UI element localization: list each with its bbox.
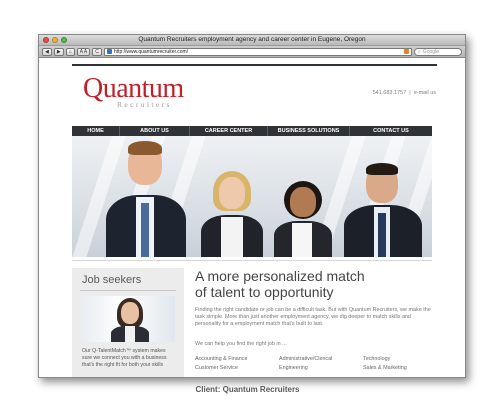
search-placeholder: Google	[422, 48, 439, 55]
hero-photo	[72, 136, 432, 257]
job-seeker-photo	[81, 296, 175, 342]
search-input[interactable]: ⌕ Google	[414, 47, 462, 56]
back-arrow-icon: ◀	[45, 48, 49, 55]
headline-line-1: A more personalized match	[195, 268, 365, 284]
home-button[interactable]: ⌂	[65, 47, 75, 56]
nav-contact-us[interactable]: CONTACT US	[350, 126, 432, 136]
reload-icon: C	[95, 48, 99, 55]
headline-line-2: of talent to opportunity	[195, 284, 334, 300]
web-page: Quantum Recruiters 541.683.1757 | e-mail…	[39, 60, 465, 377]
nav-business-solutions[interactable]: BUSINESS SOLUTIONS	[268, 126, 350, 136]
hero-person-4	[340, 157, 424, 257]
sidebar-divider	[80, 290, 176, 291]
address-bar[interactable]: http://www.quantumrecruiter.com/	[103, 47, 412, 56]
job-category-link[interactable]: Customer Service	[195, 365, 279, 371]
home-icon: ⌂	[68, 48, 72, 55]
job-category-link[interactable]: Technology	[363, 356, 433, 362]
job-category-link[interactable]: Accounting & Finance	[195, 356, 279, 362]
main-nav: HOME ABOUT US CAREER CENTER BUSINESS SOL…	[72, 126, 432, 136]
rss-icon[interactable]	[404, 49, 409, 54]
nav-home[interactable]: HOME	[72, 126, 120, 136]
contact-separator: |	[409, 90, 411, 96]
site-logo[interactable]: Quantum Recruiters	[83, 73, 184, 110]
header-rule	[72, 64, 437, 66]
job-category-link[interactable]: Administrative/Clerical	[279, 356, 363, 362]
job-category-link[interactable]: Sales & Marketing	[363, 365, 433, 371]
section-rule	[72, 260, 432, 261]
favicon-icon	[106, 49, 112, 54]
job-category-link[interactable]: Engineering	[279, 365, 363, 371]
header-contact: 541.683.1757 | e-mail us	[373, 90, 436, 96]
text-size-button[interactable]: A A	[76, 47, 91, 56]
window-title: Quantum Recruiters employment agency and…	[138, 36, 366, 43]
hero-person-2	[197, 167, 267, 257]
search-icon: ⌕	[418, 48, 421, 55]
title-bar: Quantum Recruiters employment agency and…	[39, 35, 465, 46]
hero-person-1	[98, 139, 188, 257]
nav-career-center[interactable]: CAREER CENTER	[190, 126, 268, 136]
browser-toolbar: ◀ ▶ ⌂ A A C http://www.quantumrecruiter.…	[39, 46, 465, 58]
job-seekers-panel: Job seekers Our Q-TalentMatch™ system ma…	[72, 268, 184, 377]
job-seekers-text: Our Q-TalentMatch™ system makes sure we …	[82, 348, 167, 368]
phone-number: 541.683.1757	[372, 90, 407, 96]
forward-arrow-icon: ▶	[56, 48, 61, 55]
back-button[interactable]: ◀	[42, 47, 52, 56]
address-url: http://www.quantumrecruiter.com/	[113, 48, 189, 55]
hero-person-3	[270, 179, 336, 257]
forward-button[interactable]: ▶	[53, 47, 64, 56]
job-seekers-title: Job seekers	[82, 274, 142, 286]
logo-subtitle: Recruiters	[117, 100, 172, 109]
intro-paragraph: Finding the right candidate or job can b…	[195, 307, 431, 328]
client-caption: Client: Quantum Recruiters	[195, 385, 300, 394]
nav-about-us[interactable]: ABOUT US	[120, 126, 190, 136]
logo-wordmark: Quantum	[83, 73, 184, 104]
help-text: We can help you find the right job in ..…	[195, 341, 287, 347]
main-headline: A more personalized match of talent to o…	[195, 268, 365, 300]
browser-window: Quantum Recruiters employment agency and…	[38, 34, 466, 378]
email-link[interactable]: e-mail us	[414, 90, 436, 96]
text-size-label: A A	[79, 48, 88, 55]
job-categories: Accounting & Finance Administrative/Cler…	[195, 356, 433, 371]
reload-button[interactable]: C	[92, 47, 102, 56]
